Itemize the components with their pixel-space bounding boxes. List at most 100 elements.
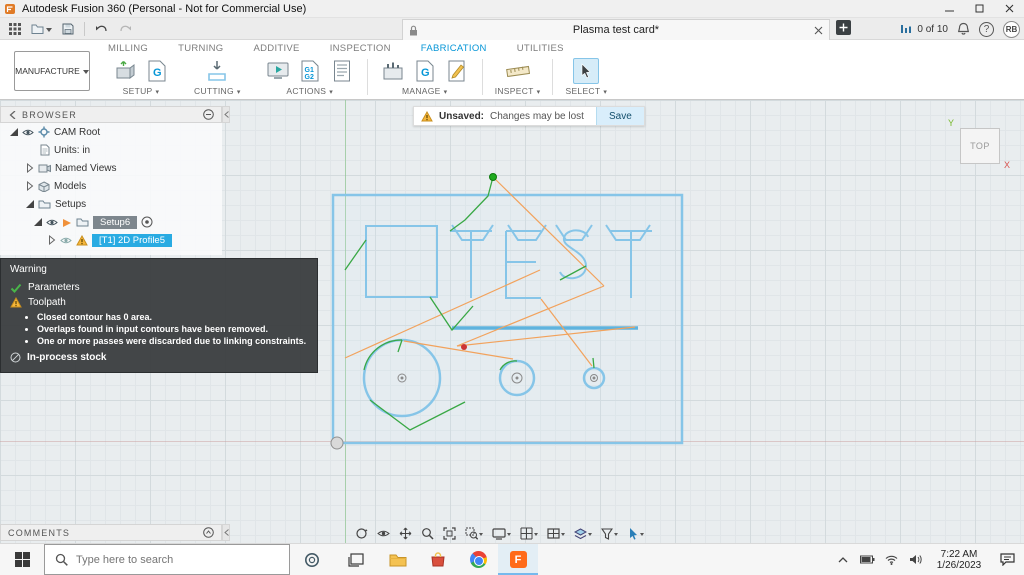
- volume-button[interactable]: [904, 544, 926, 575]
- store-button[interactable]: [418, 544, 458, 575]
- close-tab-button[interactable]: [814, 26, 823, 35]
- manage-gcode-button[interactable]: G: [412, 58, 438, 84]
- tree-item-models[interactable]: Models: [0, 177, 222, 195]
- post-process-button[interactable]: G1 G2: [297, 58, 323, 84]
- expand-icon[interactable]: [10, 128, 18, 136]
- 2d-profile-button[interactable]: [204, 58, 230, 84]
- redo-button[interactable]: [114, 19, 136, 39]
- battery-button[interactable]: [856, 544, 878, 575]
- task-view-button[interactable]: [334, 544, 378, 575]
- tree-item-named-views[interactable]: Named Views: [0, 159, 222, 177]
- group-select-label[interactable]: SELECT: [565, 86, 607, 96]
- taskbar-search[interactable]: [44, 544, 290, 575]
- layers-button[interactable]: [571, 525, 595, 542]
- active-setup-icon[interactable]: [141, 216, 153, 228]
- new-tab-button[interactable]: [836, 20, 851, 35]
- tab-fabrication[interactable]: FABRICATION: [421, 43, 487, 57]
- collapsed-arrow-icon[interactable]: [26, 181, 34, 191]
- action-center-button[interactable]: [992, 544, 1022, 575]
- zoom-button[interactable]: [418, 525, 437, 542]
- expand-comments-icon[interactable]: [203, 527, 214, 538]
- view-cube-face-top[interactable]: TOP: [960, 128, 1000, 164]
- simulate-button[interactable]: [265, 58, 291, 84]
- eye-icon[interactable]: [22, 128, 34, 137]
- app-grid-button[interactable]: [4, 19, 26, 39]
- tree-item-2d-profile5[interactable]: [T1] 2D Profile5: [0, 231, 222, 249]
- fit-button[interactable]: [440, 525, 459, 542]
- help-glyph: ?: [983, 23, 990, 35]
- start-button[interactable]: [0, 544, 44, 575]
- edit-document-button[interactable]: [444, 58, 470, 84]
- user-avatar[interactable]: RB: [1003, 20, 1020, 38]
- undo-button[interactable]: [90, 19, 112, 39]
- eye-icon[interactable]: [60, 236, 72, 245]
- select-tools-button[interactable]: [624, 525, 647, 542]
- hidden-icons-button[interactable]: [832, 544, 854, 575]
- maximize-button[interactable]: [964, 0, 994, 17]
- save-button[interactable]: [57, 19, 79, 39]
- tool-library-button[interactable]: [380, 58, 406, 84]
- tab-turning[interactable]: TURNING: [178, 43, 223, 57]
- pan-button[interactable]: [396, 525, 415, 542]
- taskbar-clock[interactable]: 7:22 AM 1/26/2023: [928, 549, 990, 571]
- group-actions-label[interactable]: ACTIONS: [286, 86, 333, 96]
- fusion-360-button[interactable]: F: [498, 544, 538, 575]
- tree-item-setups[interactable]: Setups: [0, 195, 222, 213]
- comments-header[interactable]: COMMENTS: [0, 524, 222, 541]
- setup-gcode-button[interactable]: G: [144, 58, 170, 84]
- view-cube[interactable]: Y TOP X: [948, 118, 1010, 170]
- workspace-label: MANUFACTURE: [15, 66, 80, 76]
- group-manage-label[interactable]: MANAGE: [402, 86, 447, 96]
- tree-item-setup6[interactable]: Setup6: [0, 213, 222, 231]
- browser-title: BROWSER: [22, 109, 77, 120]
- file-menu-button[interactable]: [28, 19, 55, 39]
- toolpath-label[interactable]: [T1] 2D Profile5: [92, 233, 172, 247]
- document-tab[interactable]: Plasma test card*: [402, 19, 830, 40]
- expand-icon[interactable]: [26, 200, 34, 208]
- tab-inspection[interactable]: INSPECTION: [330, 43, 391, 57]
- save-document-button[interactable]: Save: [595, 107, 644, 125]
- display-settings-button[interactable]: [489, 525, 514, 542]
- search-input[interactable]: [76, 553, 289, 566]
- select-button[interactable]: [573, 57, 600, 84]
- notifications-button[interactable]: [957, 22, 970, 36]
- tree-item-units[interactable]: Units: in: [0, 141, 222, 159]
- minimize-button[interactable]: [934, 0, 964, 17]
- workspace-selector[interactable]: MANUFACTURE: [14, 51, 90, 91]
- collapsed-arrow-icon[interactable]: [26, 163, 34, 173]
- expand-icon[interactable]: [34, 218, 42, 226]
- help-button[interactable]: ?: [979, 21, 994, 37]
- collapsed-arrow-icon[interactable]: [48, 235, 56, 245]
- close-button[interactable]: [994, 0, 1024, 17]
- design-canvas[interactable]: BROWSER CAM Root Units: in Named Views M…: [0, 100, 1024, 543]
- tab-utilities[interactable]: UTILITIES: [517, 43, 564, 57]
- setup6-label[interactable]: Setup6: [93, 215, 138, 229]
- file-explorer-button[interactable]: [378, 544, 418, 575]
- group-setup-label[interactable]: SETUP: [123, 86, 160, 96]
- group-inspect-label[interactable]: INSPECT: [495, 86, 541, 96]
- tab-milling[interactable]: MILLING: [108, 43, 148, 57]
- measure-button[interactable]: [505, 58, 531, 84]
- group-cutting-label[interactable]: CUTTING: [194, 86, 241, 96]
- grid-snaps-button[interactable]: [517, 525, 541, 542]
- selection-filter-button[interactable]: [598, 525, 621, 542]
- minimize-panel-icon[interactable]: [203, 109, 214, 120]
- viewports-button[interactable]: [544, 525, 568, 542]
- chrome-button[interactable]: [458, 544, 498, 575]
- cortana-icon: [305, 552, 319, 567]
- tree-item-cam-root[interactable]: CAM Root: [0, 123, 222, 141]
- eye-icon[interactable]: [46, 218, 58, 227]
- tree-label: Named Views: [55, 162, 117, 174]
- new-setup-button[interactable]: [112, 58, 138, 84]
- network-button[interactable]: [880, 544, 902, 575]
- browser-header[interactable]: BROWSER: [0, 106, 222, 123]
- look-at-button[interactable]: [374, 525, 393, 542]
- orbit-button[interactable]: [352, 525, 371, 542]
- setup-sheet-button[interactable]: [329, 58, 355, 84]
- comments-resize-handle[interactable]: [222, 524, 230, 541]
- job-status-button[interactable]: 0 of 10: [899, 23, 948, 35]
- zoom-window-button[interactable]: [462, 525, 486, 542]
- cortana-button[interactable]: [290, 544, 334, 575]
- browser-resize-handle[interactable]: [222, 106, 230, 123]
- tab-additive[interactable]: ADDITIVE: [253, 43, 299, 57]
